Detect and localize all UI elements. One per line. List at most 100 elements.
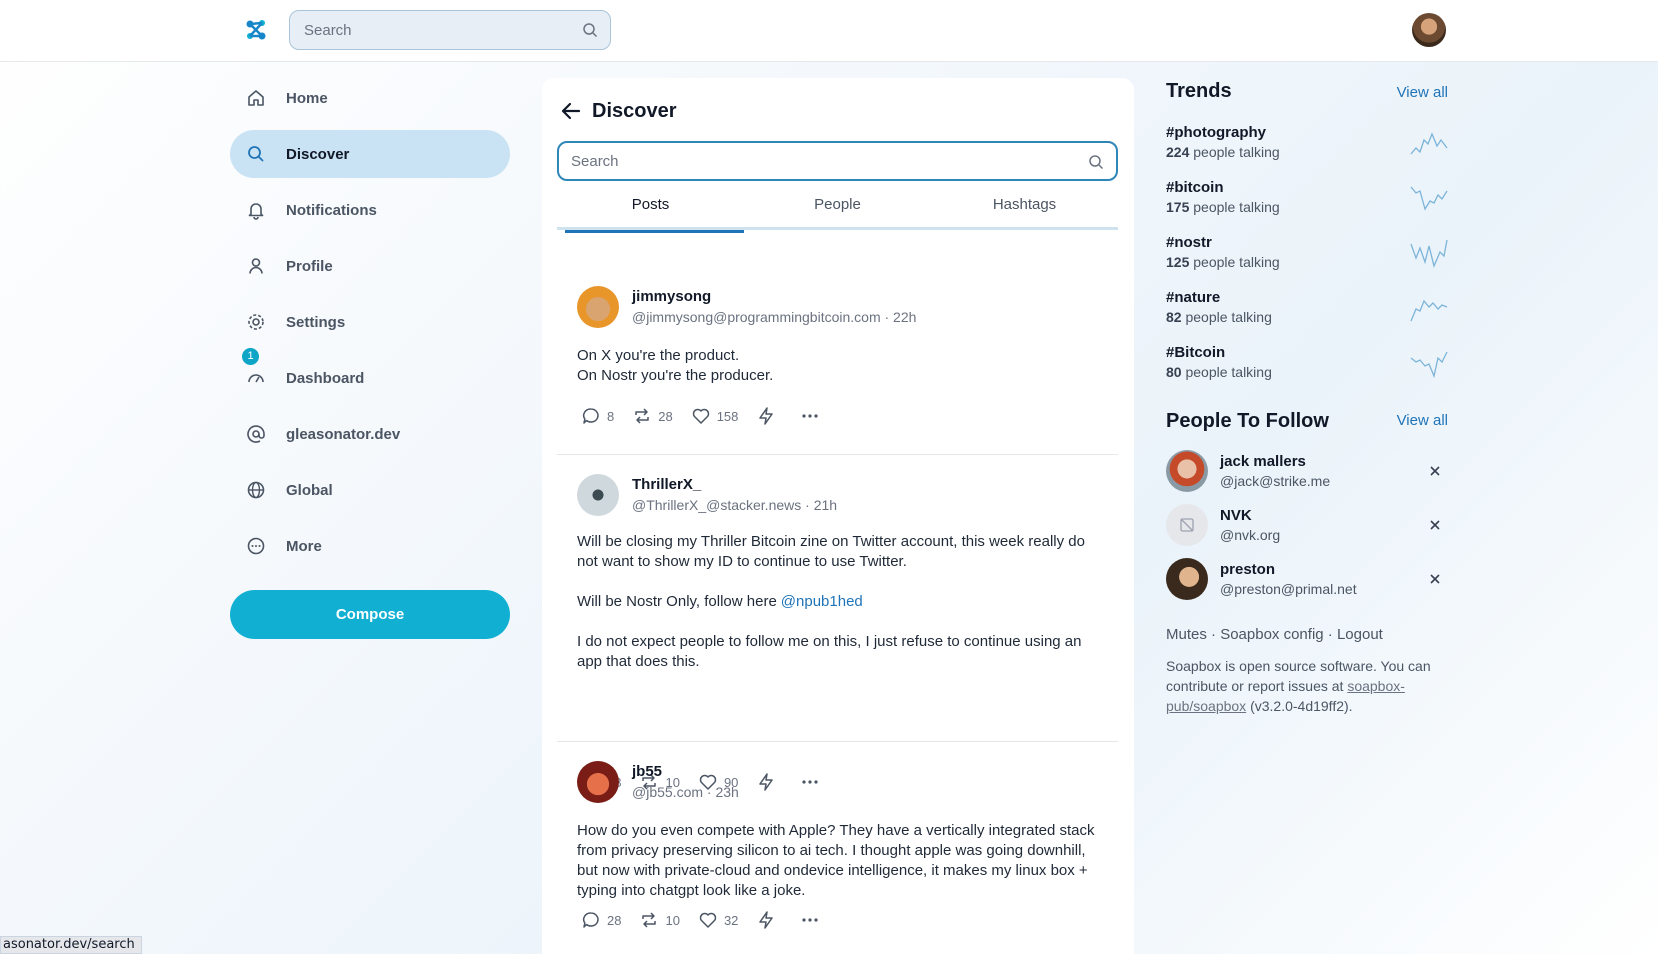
trend-item[interactable]: #nostr 125 people talking bbox=[1166, 234, 1448, 278]
avatar[interactable] bbox=[1166, 504, 1208, 546]
search-icon[interactable] bbox=[582, 22, 598, 38]
follow-suggestion[interactable]: jack mallers @jack@strike.me bbox=[1166, 450, 1448, 494]
trend-count: 82 people talking bbox=[1166, 309, 1448, 325]
trend-count: 125 people talking bbox=[1166, 254, 1448, 270]
user-avatar[interactable] bbox=[1412, 13, 1446, 47]
discover-search-field[interactable] bbox=[557, 141, 1118, 181]
close-icon[interactable] bbox=[1428, 572, 1442, 586]
comment-icon bbox=[582, 408, 599, 424]
sparkline-icon bbox=[1410, 132, 1448, 155]
sidebar-item-dashboard[interactable]: 1 Dashboard bbox=[230, 348, 510, 402]
top-bar bbox=[0, 0, 1658, 62]
post-body: Will be closing my Thriller Bitcoin zine… bbox=[577, 532, 1102, 672]
sidebar-item-home[interactable]: Home bbox=[230, 74, 510, 122]
trend-count-number: 80 bbox=[1166, 364, 1182, 380]
trend-item[interactable]: #photography 224 people talking bbox=[1166, 124, 1448, 168]
top-search-input[interactable] bbox=[290, 11, 610, 49]
reply-button[interactable]: 28 bbox=[581, 910, 621, 930]
back-arrow-icon[interactable] bbox=[560, 100, 582, 122]
tab-posts[interactable]: Posts bbox=[557, 190, 744, 233]
post-author-name[interactable]: jimmysong bbox=[632, 288, 711, 305]
sidebar-item-label: More bbox=[286, 537, 322, 555]
trend-item[interactable]: #nature 82 people talking bbox=[1166, 289, 1448, 333]
repost-button[interactable]: 10 bbox=[639, 910, 680, 930]
avatar[interactable] bbox=[577, 761, 619, 803]
post-body: How do you even compete with Apple? They… bbox=[577, 822, 1095, 899]
sidebar-item-discover[interactable]: Discover bbox=[230, 130, 510, 178]
reply-button[interactable]: 8 bbox=[581, 406, 614, 426]
gear-icon bbox=[248, 314, 264, 330]
bell-icon bbox=[248, 203, 264, 220]
soapbox-config-link[interactable]: Soapbox config bbox=[1220, 626, 1323, 643]
zap-button[interactable] bbox=[756, 910, 782, 930]
follow-suggestion[interactable]: preston @preston@primal.net bbox=[1166, 558, 1448, 602]
trends-view-all-link[interactable]: View all bbox=[1397, 84, 1448, 101]
sidebar-item-global[interactable]: Global bbox=[230, 466, 510, 514]
tab-hashtags[interactable]: Hashtags bbox=[931, 190, 1118, 227]
like-button[interactable]: 32 bbox=[698, 910, 738, 930]
follow-view-all-link[interactable]: View all bbox=[1397, 412, 1448, 429]
post-paragraph: I do not expect people to follow me on t… bbox=[577, 633, 1082, 670]
like-count: 158 bbox=[716, 408, 739, 424]
post-author-handle: @ThrillerX_@stacker.news · 21h bbox=[632, 497, 838, 513]
trend-hashtag[interactable]: #bitcoin bbox=[1166, 179, 1448, 196]
trend-hashtag[interactable]: #nature bbox=[1166, 289, 1448, 306]
sidebar-item-profile[interactable]: Profile bbox=[230, 242, 510, 290]
trend-count: 175 people talking bbox=[1166, 199, 1448, 215]
trend-hashtag[interactable]: #nostr bbox=[1166, 234, 1448, 251]
follow-handle: @preston@primal.net bbox=[1220, 581, 1357, 597]
sidebar-item-label: gleasonator.dev bbox=[286, 425, 401, 443]
compose-button[interactable]: Compose bbox=[230, 590, 510, 639]
post-card[interactable]: ThrillerX_ @ThrillerX_@stacker.news · 21… bbox=[557, 474, 1118, 791]
discover-search-input[interactable] bbox=[559, 143, 1116, 179]
trend-count-number: 175 bbox=[1166, 199, 1190, 215]
trend-hashtag[interactable]: #Bitcoin bbox=[1166, 344, 1448, 361]
more-button[interactable] bbox=[800, 910, 826, 930]
like-button[interactable]: 158 bbox=[691, 406, 739, 426]
follow-suggestion[interactable]: NVK @nvk.org bbox=[1166, 504, 1448, 548]
follow-name[interactable]: preston bbox=[1220, 561, 1275, 578]
follow-name[interactable]: jack mallers bbox=[1220, 453, 1306, 470]
logo-icon[interactable] bbox=[244, 18, 268, 42]
post-author-name[interactable]: ThrillerX_ bbox=[632, 476, 701, 493]
more-circle-icon bbox=[247, 537, 265, 555]
post-actions: 28 10 32 bbox=[581, 909, 844, 931]
tab-people[interactable]: People bbox=[744, 190, 931, 227]
post-card[interactable]: jb55 @jb55.com · 23h How do you even com… bbox=[557, 761, 1118, 954]
trend-item[interactable]: #Bitcoin 80 people talking bbox=[1166, 344, 1448, 388]
trend-count: 224 people talking bbox=[1166, 144, 1448, 160]
image-placeholder-icon bbox=[1180, 518, 1194, 532]
sidebar-item-more[interactable]: More bbox=[230, 522, 510, 570]
sidebar-item-settings[interactable]: Settings bbox=[230, 298, 510, 346]
lightning-icon bbox=[759, 911, 774, 929]
avatar[interactable] bbox=[577, 286, 619, 328]
reply-count: 28 bbox=[607, 912, 622, 928]
follow-handle: @nvk.org bbox=[1220, 527, 1281, 543]
mention-link[interactable]: @npub1hed bbox=[781, 593, 863, 610]
post-paragraph: Will be Nostr Only, follow here @npub1hed bbox=[577, 592, 1102, 612]
avatar[interactable] bbox=[1166, 450, 1208, 492]
search-icon[interactable] bbox=[1088, 154, 1104, 170]
follow-name[interactable]: NVK bbox=[1220, 507, 1252, 524]
repost-button[interactable]: 28 bbox=[632, 406, 673, 426]
trend-item[interactable]: #bitcoin 175 people talking bbox=[1166, 179, 1448, 223]
avatar[interactable] bbox=[577, 474, 619, 516]
sidebar-item-notifications[interactable]: Notifications bbox=[230, 186, 510, 234]
top-search-field[interactable] bbox=[289, 10, 611, 50]
logout-link[interactable]: Logout bbox=[1337, 626, 1383, 643]
trend-hashtag[interactable]: #photography bbox=[1166, 124, 1448, 141]
more-button[interactable] bbox=[800, 406, 826, 426]
repost-count: 10 bbox=[665, 912, 680, 928]
sidebar-item-label: Discover bbox=[286, 145, 350, 163]
avatar[interactable] bbox=[1166, 558, 1208, 600]
post-actions: 8 28 158 bbox=[581, 405, 844, 427]
post-author-name[interactable]: jb55 bbox=[632, 763, 662, 780]
close-icon[interactable] bbox=[1428, 518, 1442, 532]
zap-button[interactable] bbox=[756, 406, 782, 426]
sparkline-icon bbox=[1410, 239, 1448, 268]
post-card[interactable]: jimmysong @jimmysong@programmingbitcoin.… bbox=[557, 286, 1118, 436]
sidebar-item-gleasonator[interactable]: gleasonator.dev bbox=[230, 410, 510, 458]
panel-header: Discover bbox=[560, 96, 677, 126]
mutes-link[interactable]: Mutes bbox=[1166, 626, 1207, 643]
close-icon[interactable] bbox=[1428, 464, 1442, 478]
